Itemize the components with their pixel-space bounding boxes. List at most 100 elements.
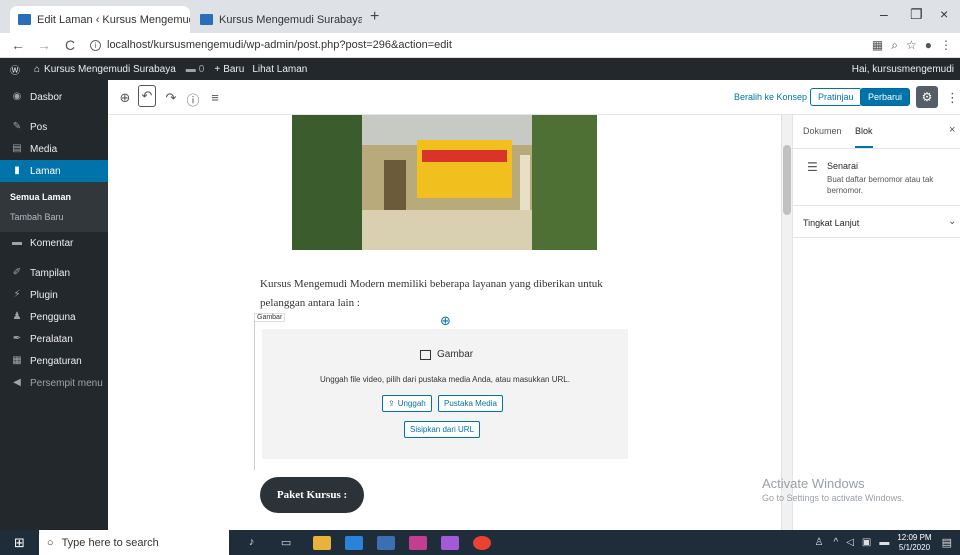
sidebar-item-label: Dasbor — [30, 91, 63, 103]
placeholder-description: Unggah file video, pilih dari pustaka me… — [320, 375, 570, 384]
battery-icon[interactable]: ▬ — [879, 537, 889, 548]
upload-label: Unggah — [397, 399, 426, 408]
comments-icon[interactable]: ▬ — [186, 64, 196, 75]
outline-icon[interactable]: ≡ — [206, 90, 224, 105]
comments-count[interactable]: 0 — [199, 64, 205, 75]
course-package-heading[interactable]: Paket Kursus : — [260, 477, 364, 513]
sidebar-item-label: Komentar — [30, 237, 74, 249]
media-icon: ▤ — [12, 143, 22, 154]
sidebar-item-settings[interactable]: ▦ Pengaturan — [0, 350, 108, 372]
sidebar-item-plugins[interactable]: ⚡ Plugin — [0, 284, 108, 306]
image-placeholder-block[interactable]: Gambar Unggah file video, pilih dari pus… — [262, 329, 628, 459]
tab-edit-page[interactable]: Edit Laman ‹ Kursus Mengemudi × — [10, 6, 190, 33]
windows-start-icon[interactable]: ⊞ — [14, 535, 25, 551]
watermark-subtitle: Go to Settings to activate Windows. — [762, 493, 905, 503]
color-app-icon[interactable] — [440, 535, 459, 550]
more-options-icon[interactable]: ⋮ — [946, 90, 959, 106]
info-icon[interactable]: ⓘ — [184, 90, 202, 109]
sidebar-item-appearance[interactable]: ✐ Tampilan — [0, 262, 108, 284]
sidebar-item-pages[interactable]: ▮ Laman — [0, 160, 108, 182]
advanced-section-toggle[interactable]: Tingkat Lanjut — [803, 218, 859, 228]
window-close-button[interactable]: × — [940, 6, 948, 22]
menu-dots-icon[interactable]: ⋮ — [940, 38, 952, 52]
photos-icon[interactable] — [408, 535, 427, 550]
media-library-button[interactable]: Pustaka Media — [438, 395, 503, 412]
view-page-link[interactable]: Lihat Laman — [252, 64, 307, 75]
panel-close-icon[interactable]: × — [949, 124, 955, 136]
sidebar-item-comments[interactable]: ▬ Komentar — [0, 232, 108, 254]
submenu-add-new[interactable]: Tambah Baru — [0, 207, 108, 227]
edge-browser-icon[interactable] — [344, 535, 363, 550]
divider — [793, 237, 960, 238]
wordpress-logo-icon[interactable]: Ⓦ — [10, 62, 20, 77]
insert-from-url-button[interactable]: Sisipkan dari URL — [404, 421, 481, 438]
block-border — [254, 320, 255, 470]
paragraph-block[interactable]: Kursus Mengemudi Modern memiliki beberap… — [260, 275, 640, 313]
bookmark-star-icon[interactable]: ☆ — [906, 38, 917, 52]
app-icon[interactable] — [376, 535, 395, 550]
upload-button[interactable]: ⇪ Unggah — [382, 395, 432, 412]
chevron-down-icon[interactable]: ⌄ — [948, 216, 956, 227]
wp-admin-bar: Ⓦ ⌂ Kursus Mengemudi Surabaya ▬ 0 + Baru… — [0, 58, 960, 80]
placeholder-title-row: Gambar — [420, 349, 473, 360]
back-icon[interactable]: ← — [10, 37, 26, 53]
sidebar-item-tools[interactable]: ✒ Peralatan — [0, 328, 108, 350]
sidebar-item-dashboard[interactable]: ◉ Dasbor — [0, 86, 108, 108]
submenu-all-pages[interactable]: Semua Laman — [0, 187, 108, 207]
switch-to-draft-link[interactable]: Beralih ke Konsep — [734, 92, 807, 102]
plugin-icon: ⚡ — [13, 289, 21, 300]
task-view-icon[interactable]: ▭ — [281, 536, 299, 550]
scrollbar-thumb[interactable] — [783, 145, 791, 215]
tab-document[interactable]: Dokumen — [803, 126, 842, 136]
block-type-label: Gambar — [254, 313, 286, 322]
sidebar-item-media[interactable]: ▤ Media — [0, 138, 108, 160]
volume-icon[interactable]: ◁ — [846, 537, 854, 548]
activate-windows-watermark: Activate Windows Go to Settings to activ… — [762, 476, 904, 503]
file-explorer-icon[interactable] — [312, 535, 331, 550]
new-link[interactable]: Baru — [223, 64, 244, 75]
search-placeholder: Type here to search — [61, 536, 159, 549]
restore-button[interactable]: ❐ — [910, 6, 923, 23]
redo-icon[interactable]: ↷ — [162, 90, 180, 106]
windows-taskbar: ⊞ ○ Type here to search ♪ ▭ ♙ ^ ◁ ▣ ▬ 12… — [0, 530, 960, 555]
settings-gear-icon[interactable]: ⚙ — [916, 86, 938, 108]
tray-chevron-icon[interactable]: ^ — [833, 537, 838, 548]
dashboard-icon: ◉ — [12, 91, 22, 102]
url-field[interactable]: i localhost/kursusmengemudi/wp-admin/pos… — [90, 39, 452, 51]
site-name-link[interactable]: Kursus Mengemudi Surabaya — [44, 64, 176, 75]
sidebar-collapse-menu[interactable]: ◀ Persempit menu — [0, 372, 108, 394]
block-name: Senarai — [827, 161, 859, 171]
reload-icon[interactable]: C — [62, 37, 78, 53]
url-text: localhost/kursusmengemudi/wp-admin/post.… — [107, 39, 452, 51]
chrome-icon[interactable] — [472, 535, 491, 550]
preview-button[interactable]: Pratinjau — [810, 88, 862, 106]
clock[interactable]: 12:09 PM 5/1/2020 — [897, 533, 931, 553]
add-block-icon[interactable]: ⊕ — [116, 90, 134, 106]
info-icon[interactable]: i — [90, 39, 101, 51]
zoom-icon[interactable]: ⌕ — [891, 38, 898, 53]
taskbar-search-field[interactable]: ○ Type here to search — [38, 530, 229, 555]
translate-icon[interactable]: ▦ — [872, 38, 883, 52]
insert-block-icon[interactable]: ⊕ — [440, 313, 451, 329]
watermark-title: Activate Windows — [762, 476, 865, 491]
undo-icon[interactable]: ↶ — [138, 85, 156, 107]
new-tab-button[interactable]: + — [370, 8, 379, 26]
sidebar-item-label: Pos — [30, 121, 48, 133]
forward-icon[interactable]: → — [36, 37, 52, 53]
content-scrollbar[interactable] — [781, 115, 792, 530]
greeting-link[interactable]: Hai, kursusmengemudi — [852, 64, 954, 75]
tab-block[interactable]: Blok — [855, 126, 873, 148]
sidebar-item-posts[interactable]: ✎ Pos — [0, 116, 108, 138]
minimize-button[interactable]: – — [880, 6, 888, 22]
network-icon[interactable]: ▣ — [862, 537, 871, 548]
update-button[interactable]: Perbarui — [860, 88, 911, 106]
sidebar-item-label: Pengguna — [30, 311, 76, 323]
microphone-icon[interactable]: ♪ — [249, 536, 267, 550]
people-icon[interactable]: ♙ — [815, 537, 824, 548]
sidebar-item-users[interactable]: ♟ Pengguna — [0, 306, 108, 328]
profile-icon[interactable]: ● — [925, 38, 932, 52]
tab-site[interactable]: Kursus Mengemudi Surabaya × — [192, 6, 362, 33]
course-building-image[interactable] — [292, 115, 597, 250]
tab-title: Edit Laman ‹ Kursus Mengemudi — [37, 13, 190, 26]
notification-icon[interactable]: ▤ — [942, 536, 952, 549]
